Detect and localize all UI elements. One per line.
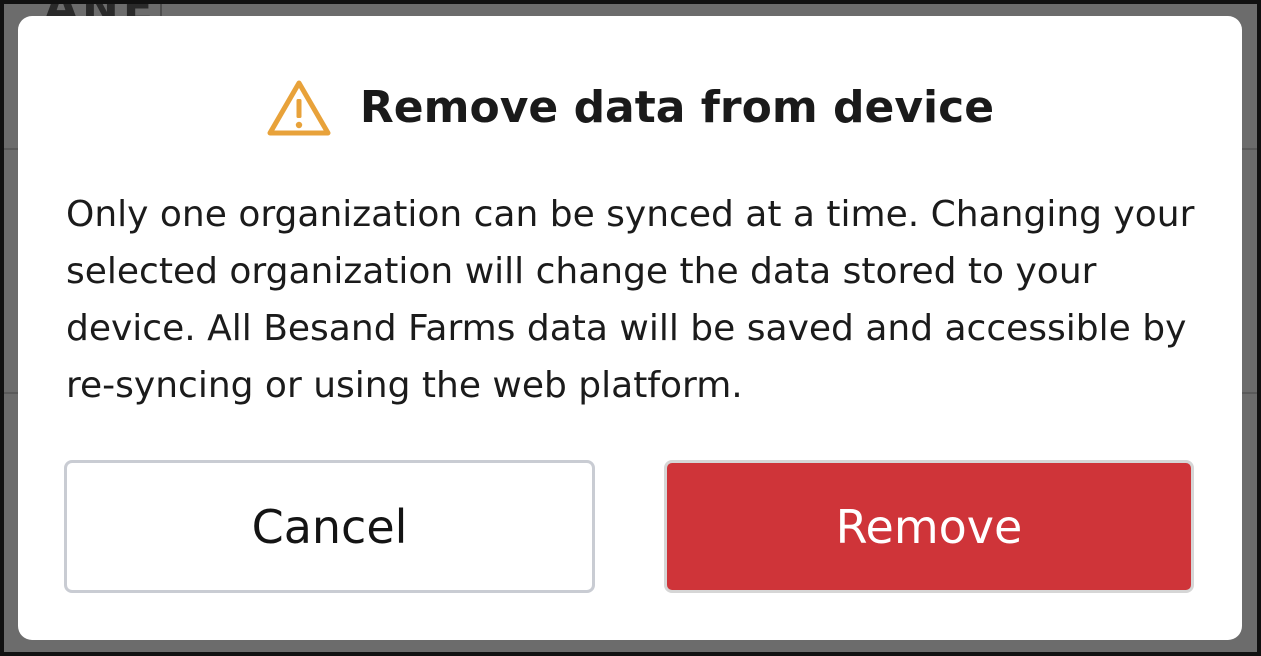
dialog-title: Remove data from device [359, 82, 995, 133]
cancel-button[interactable]: Cancel [64, 460, 595, 593]
warning-triangle-icon [266, 79, 332, 137]
remove-data-dialog: Remove data from device Only one organiz… [18, 16, 1242, 640]
dialog-message: Only one organization can be synced at a… [66, 194, 1195, 406]
dialog-header: Remove data from device [18, 78, 1242, 138]
remove-button[interactable]: Remove [664, 460, 1194, 593]
